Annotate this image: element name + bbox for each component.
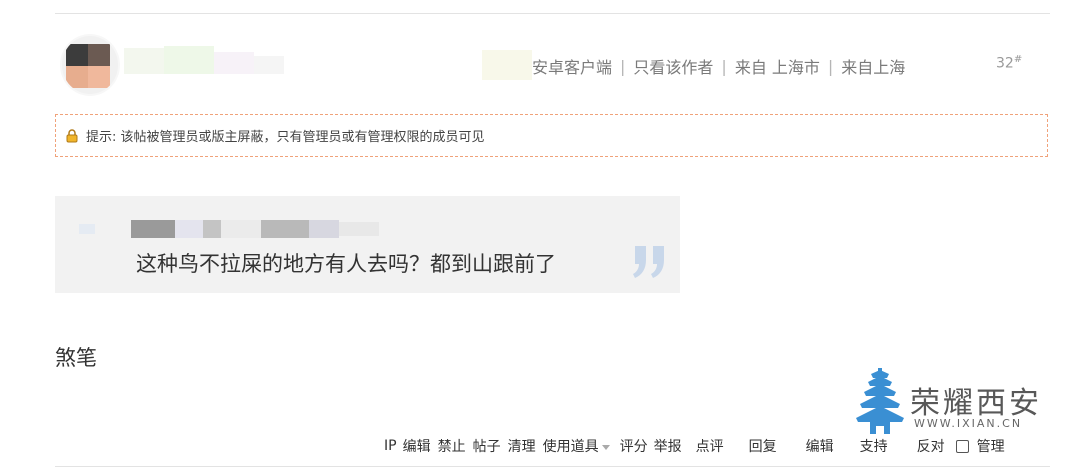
blocked-notice: 提示: 该帖被管理员或版主屏蔽，只有管理员或有管理权限的成员可见	[55, 114, 1048, 157]
edit-button[interactable]: 编辑	[806, 436, 834, 456]
post-meta: 安卓客户端 | 只看该作者 | 来自 上海市 | 来自上海	[532, 54, 905, 78]
rate-link[interactable]: 评分	[620, 436, 648, 456]
support-button[interactable]: 支持	[860, 436, 888, 456]
quoted-user-blurred	[79, 218, 419, 238]
author-only-link[interactable]: 只看该作者	[633, 54, 713, 78]
chevron-down-icon	[601, 444, 610, 450]
tower-icon	[856, 368, 904, 434]
manage-checkbox[interactable]	[955, 439, 969, 453]
client-label: 安卓客户端	[532, 58, 613, 77]
username-blurred	[124, 44, 294, 78]
bottom-divider	[55, 466, 1050, 467]
reply-text: 煞笔	[55, 346, 97, 370]
edit-admin-link[interactable]: 编辑	[403, 436, 431, 456]
quote-block: 这种鸟不拉屎的地方有人去吗？都到山跟前了	[55, 196, 680, 293]
notice-text: 提示: 该帖被管理员或版主屏蔽，只有管理员或有管理权限的成员可见	[86, 130, 485, 145]
top-divider	[55, 13, 1050, 14]
separator: |	[827, 56, 834, 76]
floor-number[interactable]: 32#	[996, 54, 1022, 72]
meta-blur	[482, 50, 532, 80]
oppose-button[interactable]: 反对	[917, 436, 945, 456]
ban-link[interactable]: 禁止	[438, 436, 466, 456]
manage-label[interactable]: 管理	[977, 436, 1005, 456]
origin-city: 来自 上海市	[734, 58, 820, 77]
reply-button[interactable]: 回复	[749, 436, 777, 456]
floor-symbol: #	[1013, 54, 1023, 65]
comment-link[interactable]: 点评	[696, 436, 724, 456]
report-link[interactable]: 举报	[654, 436, 682, 456]
clean-link[interactable]: 清理	[508, 436, 536, 456]
tools-menu[interactable]: 使用道具	[543, 436, 610, 456]
posts-link[interactable]: 帖子	[473, 436, 501, 456]
lock-icon	[66, 128, 78, 142]
floor-value: 32	[996, 55, 1014, 72]
separator: |	[620, 56, 626, 76]
origin-region: 来自上海	[841, 58, 906, 77]
avatar[interactable]	[62, 36, 118, 94]
ip-link[interactable]: IP	[384, 438, 397, 454]
logo-url: WWW.IXIAN.CN	[914, 417, 1023, 430]
post-action-bar: IP 编辑 禁止 帖子 清理 使用道具 评分 举报 点评 回复 编辑 支持 反对…	[384, 436, 1005, 456]
site-logo: 荣耀西安 WWW.IXIAN.CN	[854, 366, 1054, 436]
tools-label: 使用道具	[542, 439, 599, 455]
separator: |	[721, 56, 727, 76]
logo-title: 荣耀西安	[910, 386, 1042, 421]
quote-text: 这种鸟不拉屎的地方有人去吗？都到山跟前了	[136, 252, 556, 276]
quote-close-icon	[633, 246, 664, 278]
